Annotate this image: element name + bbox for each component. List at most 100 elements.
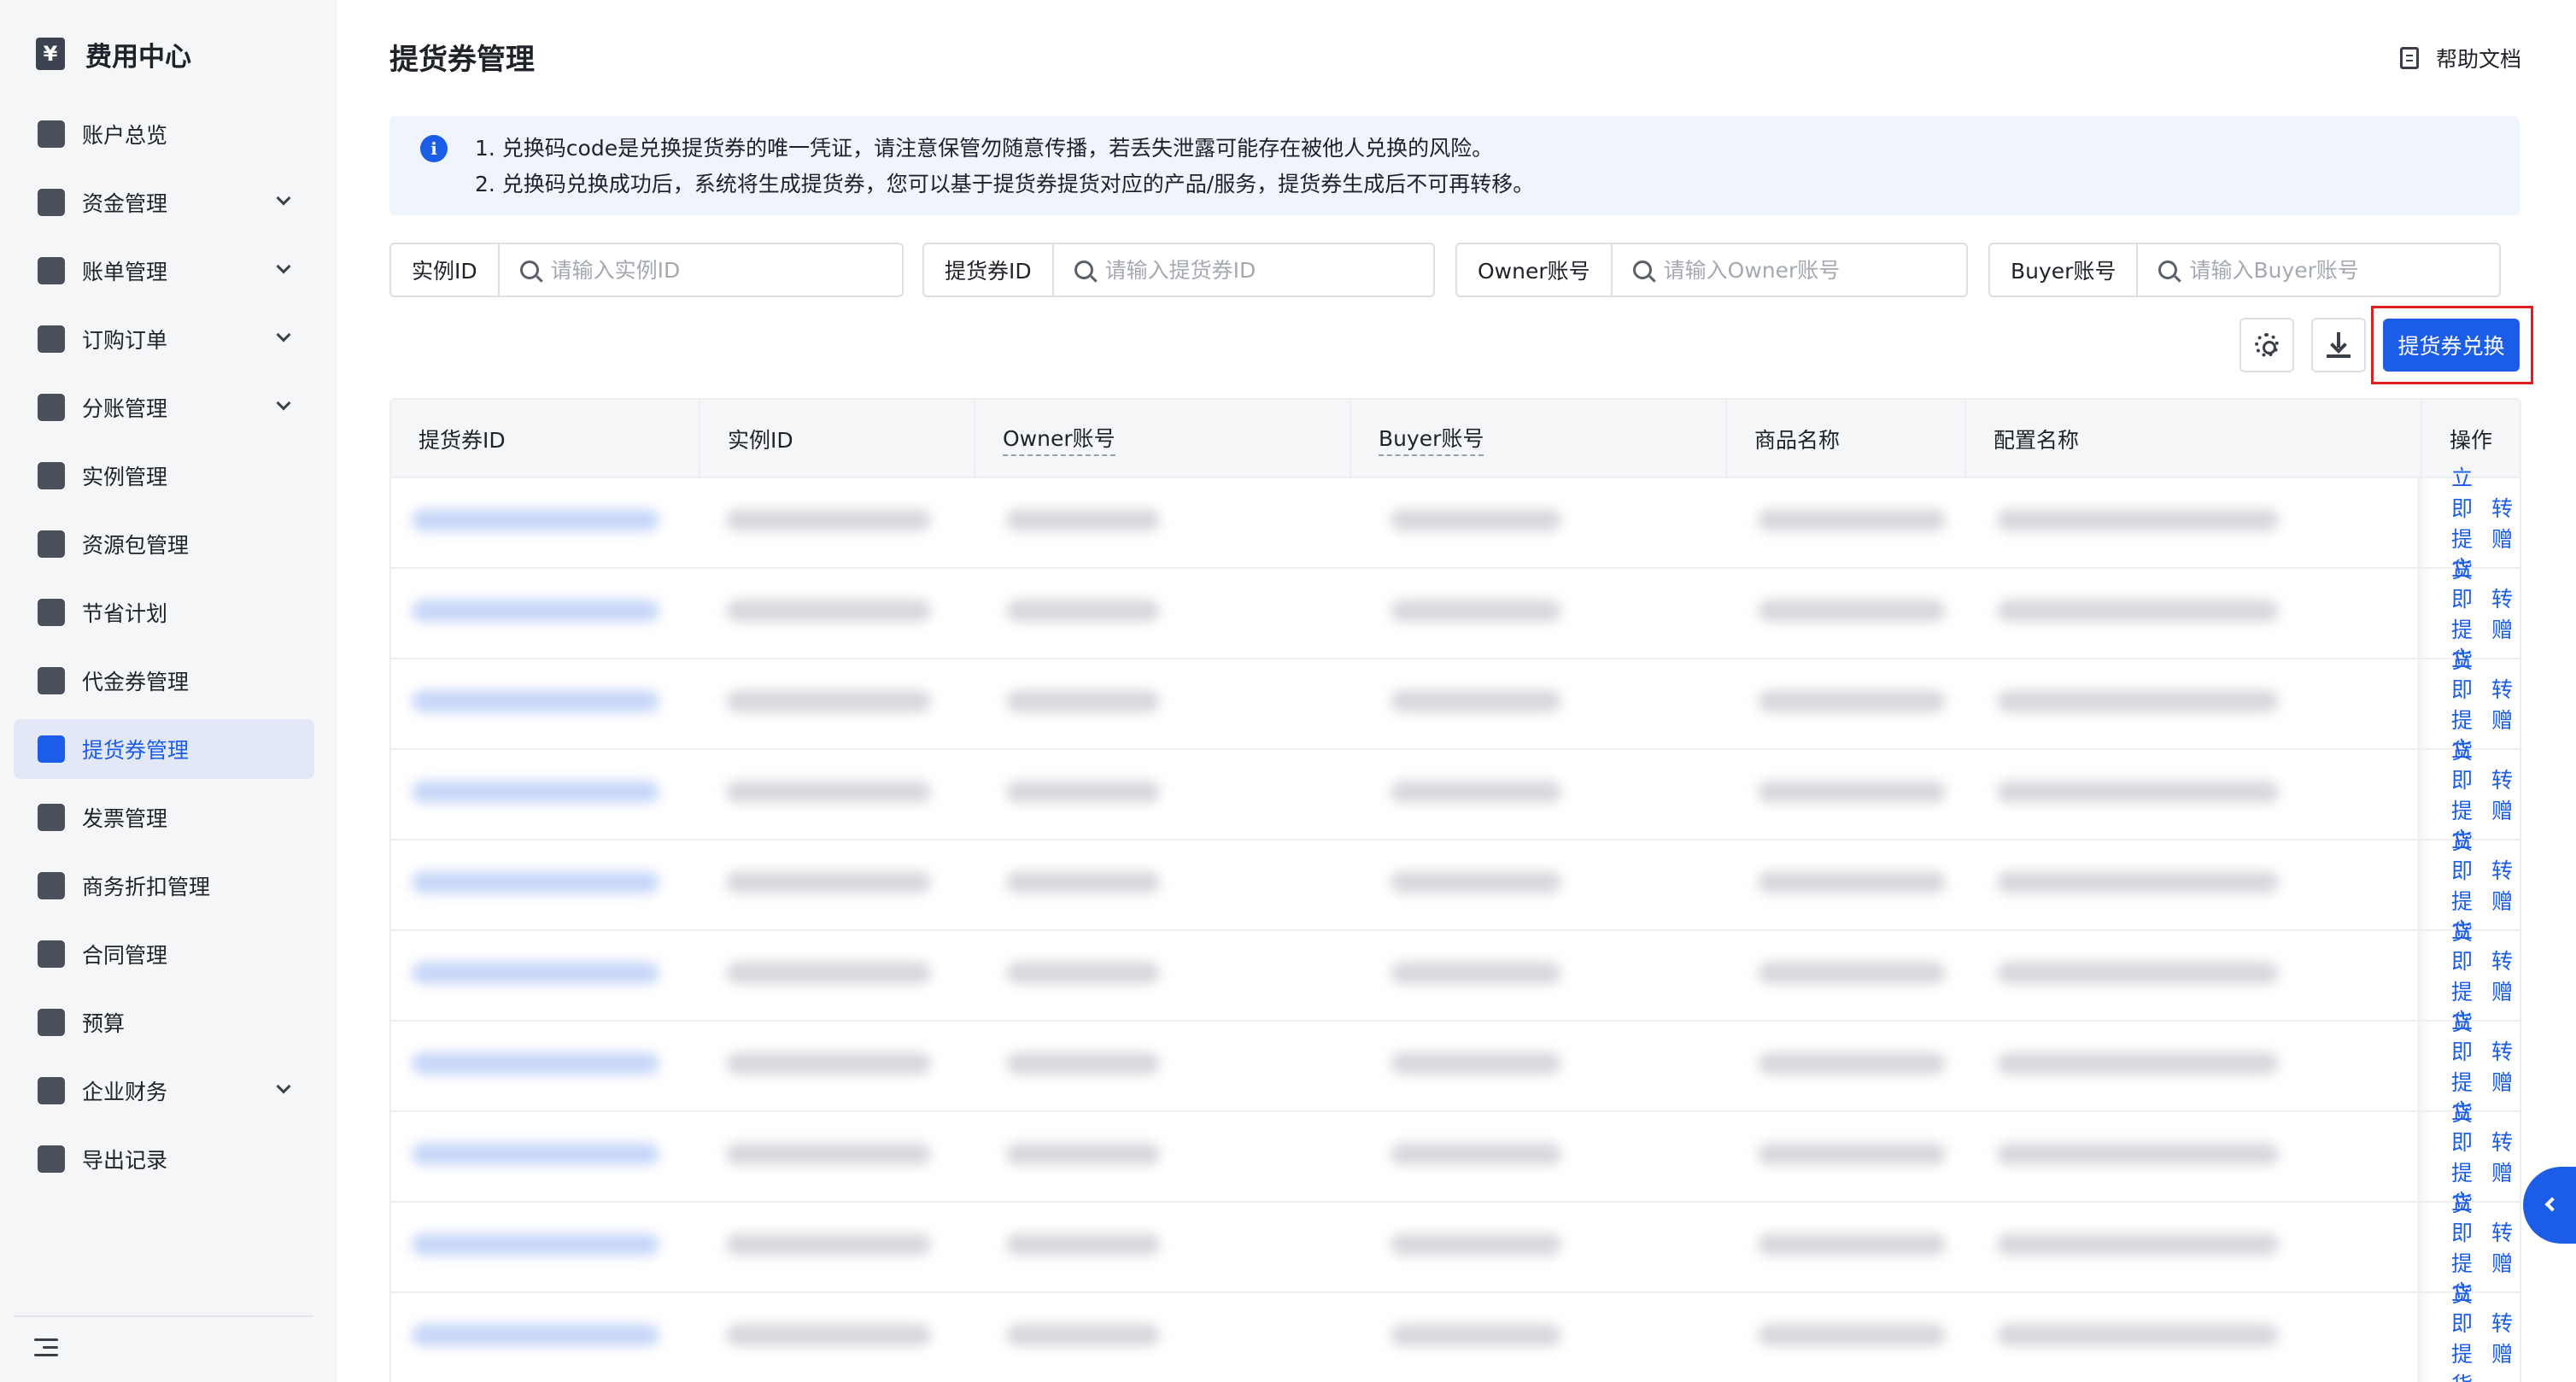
sidebar-item[interactable]: 提货券管理: [14, 719, 314, 779]
redacted-owner-account: [1006, 1143, 1160, 1165]
redacted-product-name: [1758, 781, 1946, 803]
redacted-instance-id: [726, 509, 931, 531]
sidebar-item[interactable]: 预算: [14, 993, 314, 1052]
redacted-product-name: [1758, 1052, 1946, 1075]
redacted-voucher-id: [412, 509, 659, 531]
transfer-link[interactable]: 转赠: [2491, 583, 2513, 644]
column-header: 提货券ID: [391, 400, 700, 478]
filter-owner-account: Owner账号: [1455, 243, 1968, 297]
help-docs-link[interactable]: 帮助文档: [2399, 43, 2521, 73]
sidebar-item[interactable]: 实例管理: [14, 446, 314, 506]
redacted-voucher-id: [412, 600, 659, 622]
home-icon: [38, 120, 65, 148]
transfer-link[interactable]: 转赠: [2491, 1126, 2513, 1187]
redacted-voucher-id: [412, 1052, 659, 1075]
transfer-link[interactable]: 转赠: [2491, 1307, 2513, 1368]
table-row: 立即提货转赠: [391, 828, 2520, 945]
sidebar-item-label: 账户总览: [82, 123, 168, 148]
redacted-instance-id: [726, 1143, 931, 1165]
sidebar-item-label: 合同管理: [82, 943, 168, 968]
sidebar-item-label: 代金券管理: [82, 670, 190, 694]
sidebar-item[interactable]: 分账管理: [14, 378, 314, 437]
sidebar-item[interactable]: 账单管理: [14, 241, 314, 301]
download-button[interactable]: [2311, 318, 2366, 372]
table-row: 立即提货转赠: [391, 737, 2520, 854]
sidebar-item[interactable]: 发票管理: [14, 788, 314, 847]
sidebar-item[interactable]: 订购订单: [14, 309, 314, 369]
search-icon: [519, 261, 539, 279]
chevron-down-icon: [276, 190, 291, 206]
chevron-down-icon: [276, 259, 291, 274]
invoice-icon: [38, 804, 65, 831]
notice-banner: i 1. 兑换码code是兑换提货券的唯一凭证，请注意保管勿随意传播，若丢失泄露…: [389, 116, 2520, 215]
highlight-annotation: [2371, 306, 2533, 384]
column-header: Owner账号: [975, 400, 1351, 478]
sidebar-item[interactable]: 商务折扣管理: [14, 856, 314, 916]
column-header: 实例ID: [700, 400, 975, 478]
sidebar-item-label: 资金管理: [82, 191, 168, 216]
sidebar-item[interactable]: 代金券管理: [14, 651, 314, 711]
gear-icon: [2255, 333, 2279, 357]
pickup-now-link[interactable]: 立即提货: [2451, 1276, 2473, 1382]
export-icon: [38, 1145, 65, 1173]
sidebar-item[interactable]: 账户总览: [14, 104, 314, 164]
redacted-config-name: [1997, 1052, 2279, 1075]
sidebar-item[interactable]: 节省计划: [14, 583, 314, 642]
transfer-link[interactable]: 转赠: [2491, 764, 2513, 825]
sidebar-item[interactable]: 导出记录: [14, 1129, 314, 1189]
brand: ¥ 费用中心: [36, 34, 191, 73]
transfer-link[interactable]: 转赠: [2491, 673, 2513, 735]
redacted-instance-id: [726, 962, 931, 984]
redacted-buyer-account: [1390, 871, 1561, 893]
redacted-owner-account: [1006, 509, 1160, 531]
sidebar-item-label: 提货券管理: [82, 738, 190, 763]
table-header: 提货券ID 实例ID Owner账号 Buyer账号 商品名称 配置名称 操作: [391, 400, 2520, 478]
sidebar-item[interactable]: 合同管理: [14, 924, 314, 984]
redacted-buyer-account: [1390, 1233, 1561, 1256]
filter-label: 提货券ID: [924, 244, 1054, 296]
collapse-sidebar-icon[interactable]: [34, 1337, 61, 1359]
redacted-voucher-id: [412, 781, 659, 803]
transfer-link[interactable]: 转赠: [2491, 854, 2513, 916]
redacted-product-name: [1758, 509, 1946, 531]
voucher-table: 提货券ID 实例ID Owner账号 Buyer账号 商品名称 配置名称 操作 …: [389, 398, 2521, 1382]
redacted-instance-id: [726, 600, 931, 622]
sidebar-item[interactable]: 资金管理: [14, 173, 314, 232]
notice-line-1: 1. 兑换码code是兑换提货券的唯一凭证，请注意保管勿随意传播，若丢失泄露可能…: [475, 136, 1494, 161]
instance-id-input[interactable]: [550, 257, 902, 283]
main-content: 提货券管理 帮助文档 i 1. 兑换码code是兑换提货券的唯一凭证，请注意保管…: [337, 0, 2576, 1382]
table-row: 立即提货转赠: [391, 1190, 2520, 1307]
buyer-account-input[interactable]: [2189, 257, 2499, 283]
transfer-link[interactable]: 转赠: [2491, 1035, 2513, 1097]
voucher-id-input[interactable]: [1104, 257, 1433, 283]
building-icon: [38, 1077, 65, 1104]
sidebar-item[interactable]: 资源包管理: [14, 514, 314, 574]
table-body: 立即提货 转赠 立即提货 转赠 立即提货 转赠 立即提货 转赠 立即提货 转赠 立即提货 转赠 立即提货…: [391, 466, 2520, 1382]
sidebar-item[interactable]: 企业财务: [14, 1061, 314, 1121]
redacted-config-name: [1997, 509, 2279, 531]
redacted-buyer-account: [1390, 690, 1561, 712]
redacted-voucher-id: [412, 1233, 659, 1256]
column-header: 商品名称: [1727, 400, 1966, 478]
table-row: 立即提货转赠: [391, 1099, 2520, 1216]
download-icon: [2327, 332, 2351, 358]
filter-voucher-id: 提货券ID: [922, 243, 1435, 297]
redacted-config-name: [1997, 1143, 2279, 1165]
sidebar-item-label: 实例管理: [82, 465, 168, 489]
owner-account-input[interactable]: [1663, 257, 1966, 283]
table-row: 立即提货转赠: [391, 1009, 2520, 1126]
tag-icon: [38, 872, 65, 899]
redacted-voucher-id: [412, 690, 659, 712]
search-icon: [1632, 261, 1652, 279]
transfer-link[interactable]: 转赠: [2491, 945, 2513, 1006]
database-icon: [38, 599, 65, 626]
brand-title: 费用中心: [85, 41, 191, 73]
sidebar-nav: 账户总览资金管理账单管理订购订单分账管理实例管理资源包管理节省计划代金券管理提货…: [14, 104, 314, 1198]
redacted-owner-account: [1006, 1052, 1160, 1075]
settings-button[interactable]: [2239, 318, 2294, 372]
sidebar-item-label: 分账管理: [82, 396, 168, 421]
transfer-link[interactable]: 转赠: [2491, 1216, 2513, 1278]
redacted-buyer-account: [1390, 600, 1561, 622]
transfer-link[interactable]: 转赠: [2491, 492, 2513, 553]
redacted-owner-account: [1006, 1233, 1160, 1256]
